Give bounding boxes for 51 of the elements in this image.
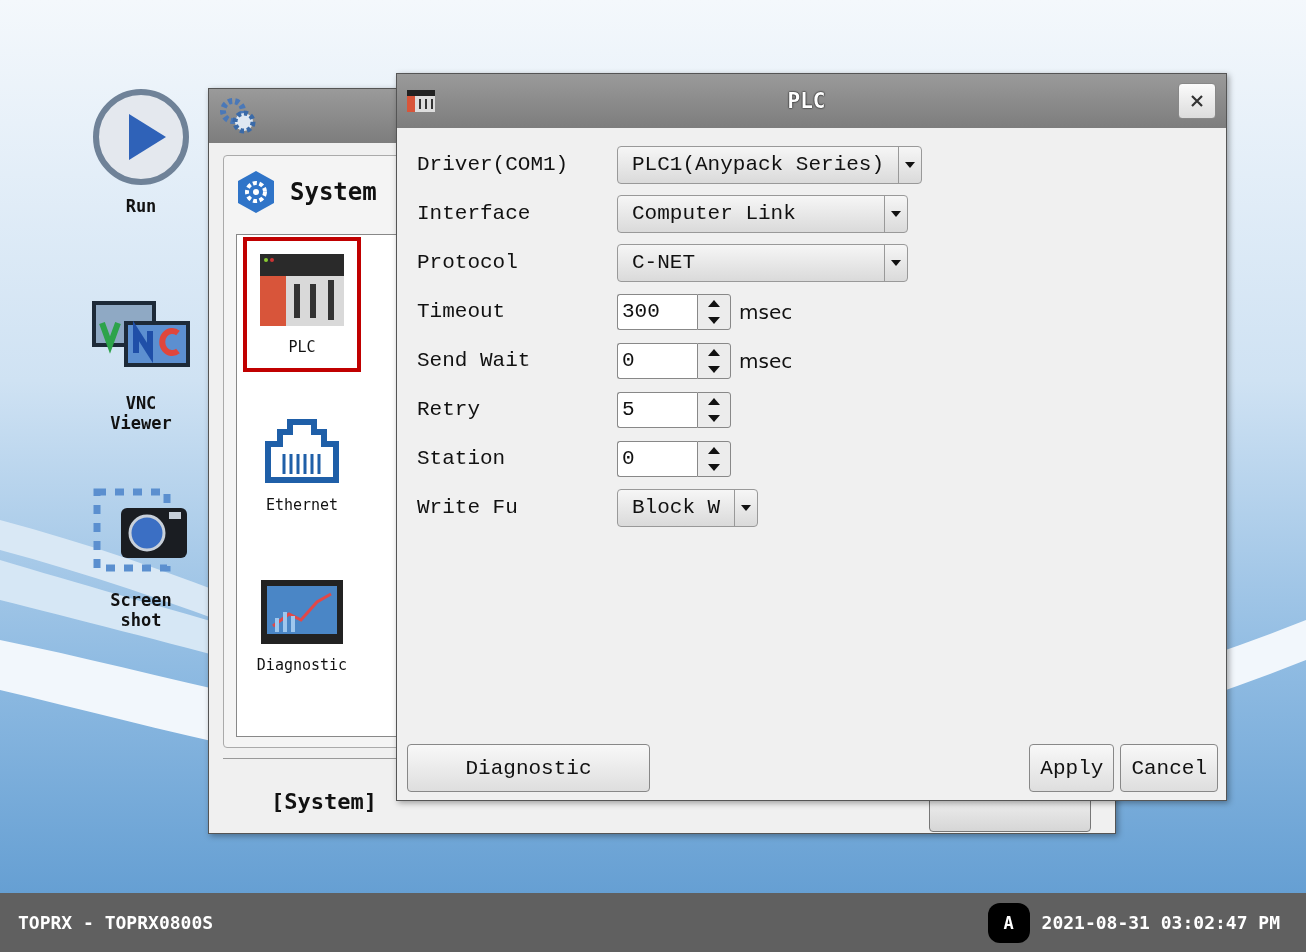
- field-label: Driver(COM1): [417, 153, 570, 176]
- field-label: Interface: [417, 202, 532, 225]
- caret-icon: [741, 504, 752, 511]
- unit-label: msec: [739, 348, 793, 373]
- spin-field[interactable]: 300: [617, 293, 697, 330]
- spin-field[interactable]: 0: [617, 342, 697, 379]
- caret-icon: [891, 259, 901, 266]
- dropdown[interactable]: C-NET: [617, 243, 908, 282]
- date-time: 2021-08-31 03:02:47 PM: [1041, 912, 1280, 933]
- mode-badge: A: [987, 902, 1030, 943]
- camera-icon: [93, 488, 189, 574]
- item-label: PLC: [288, 337, 316, 356]
- footer-label: [System]: [271, 788, 377, 814]
- field-label: Protocol: [417, 251, 519, 274]
- field-label: Retry: [417, 398, 481, 421]
- caret-icon: [905, 161, 916, 168]
- spin-field[interactable]: 5: [617, 391, 697, 428]
- field-label: Write Fu: [417, 496, 519, 519]
- system-item[interactable]: Ethernet: [243, 398, 361, 533]
- diagnostic-button[interactable]: Diagnostic: [407, 744, 650, 792]
- dropdown[interactable]: Computer Link: [617, 194, 908, 233]
- system-item[interactable]: PLC: [243, 237, 361, 372]
- close-button[interactable]: [1178, 83, 1216, 119]
- gear-icon: [219, 97, 257, 135]
- field-label: Station: [417, 447, 507, 470]
- launcher-item[interactable]: Screen shot: [93, 472, 189, 669]
- rack-device-icon: [407, 90, 435, 112]
- chart-icon: [261, 579, 343, 644]
- dropdown[interactable]: PLC1(Anypack Series): [617, 145, 923, 184]
- item-label: Diagnostic: [256, 655, 348, 674]
- device-name: TOPRX - TOPRX0800S: [18, 912, 214, 933]
- launcher-item[interactable]: VNC Viewer: [92, 275, 190, 472]
- launcher-item[interactable]: Run: [92, 78, 190, 275]
- dropdown[interactable]: Block W: [617, 488, 759, 527]
- panel-heading: System: [290, 178, 377, 206]
- rack-device-icon: [260, 253, 344, 326]
- network-port-icon: [262, 417, 342, 484]
- dialog-button[interactable]: Apply: [1029, 744, 1115, 792]
- window-title: PLC: [786, 89, 827, 113]
- spin-field[interactable]: 0: [617, 440, 697, 477]
- dialog-button[interactable]: Cancel: [1120, 744, 1218, 792]
- gear-icon: [236, 170, 276, 214]
- field-label: Send Wait: [417, 349, 532, 372]
- unit-label: msec: [739, 299, 793, 324]
- item-label: Ethernet: [265, 495, 339, 514]
- caret-icon: [891, 210, 901, 217]
- monitors-icon: [92, 301, 190, 367]
- close-icon: [1191, 95, 1203, 107]
- system-item[interactable]: Diagnostic: [243, 559, 361, 694]
- play-icon: [92, 88, 190, 186]
- field-label: Timeout: [417, 300, 507, 323]
